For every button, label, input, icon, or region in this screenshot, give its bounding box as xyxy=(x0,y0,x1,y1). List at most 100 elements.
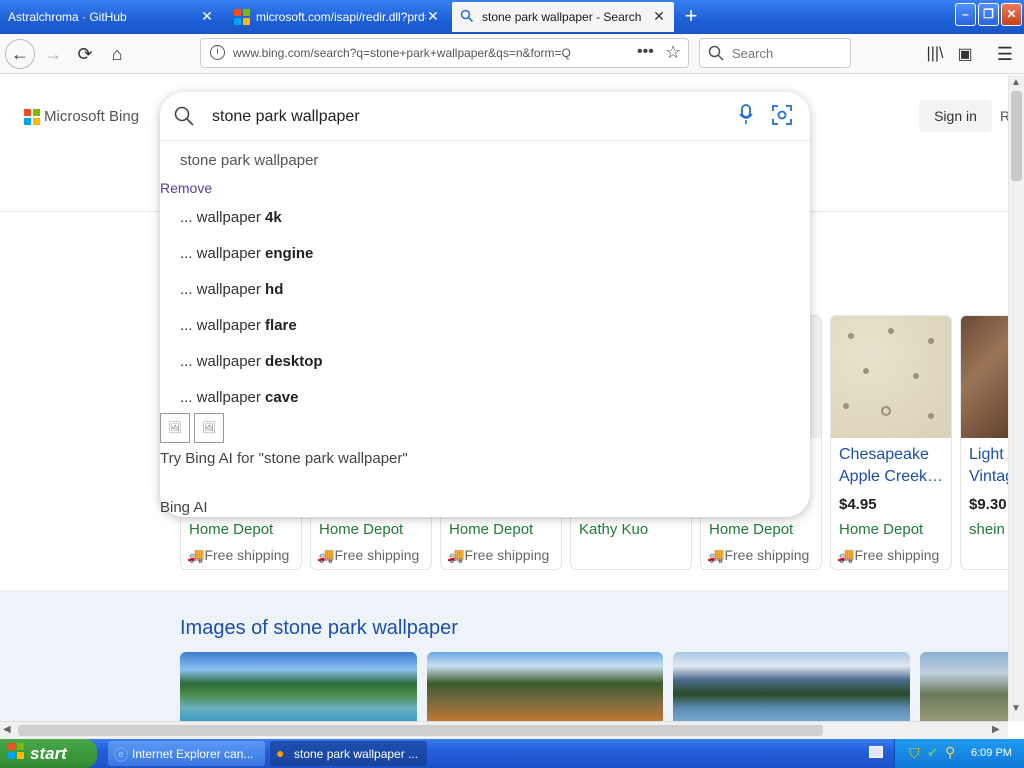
bookmark-star-icon[interactable]: ☆ xyxy=(665,42,681,63)
product-store[interactable]: Home Depot xyxy=(189,521,273,538)
clock[interactable]: 6:09 PM xyxy=(971,747,1012,759)
close-tab-icon[interactable]: ✕ xyxy=(652,9,666,23)
bing-logo-text: Microsoft Bing xyxy=(44,108,140,125)
wallpaper-pattern-image xyxy=(843,328,934,419)
maximize-button[interactable]: ❐ xyxy=(978,3,999,26)
suggestion-item[interactable]: ... wallpaper flare xyxy=(180,317,297,334)
back-button[interactable]: ← xyxy=(5,39,35,69)
product-title[interactable]: Light Vintag xyxy=(969,444,1008,488)
home-button[interactable]: ⌂ xyxy=(102,39,132,69)
remove-history-link[interactable]: Remove xyxy=(160,180,212,196)
sidebar-icon[interactable]: ▣ xyxy=(950,39,980,69)
tab-label: microsoft.com/isapi/redir.dll?prd= xyxy=(256,10,426,24)
info-icon[interactable]: i xyxy=(210,45,225,60)
broken-image-icon: 🖼 xyxy=(194,413,224,443)
scroll-thumb[interactable] xyxy=(1011,91,1022,181)
microphone-icon[interactable] xyxy=(738,104,754,131)
ie-icon: ⓔ xyxy=(114,747,128,763)
suggestion-item[interactable]: ... wallpaper hd xyxy=(180,281,283,298)
close-tab-icon[interactable]: ✕ xyxy=(200,9,214,23)
scroll-right-arrow[interactable]: ▶ xyxy=(992,724,1000,735)
page-actions-icon[interactable]: ••• xyxy=(637,43,654,61)
scroll-up-arrow[interactable]: ▲ xyxy=(1011,77,1021,88)
system-tray: ⛉ ✔ ⚲ 6:09 PM xyxy=(894,739,1024,768)
search-tray-icon[interactable]: ⚲ xyxy=(945,744,955,761)
bing-ai-label[interactable]: Bing AI xyxy=(160,499,208,516)
address-bar[interactable]: i www.bing.com/search?q=stone+park+wallp… xyxy=(200,38,689,68)
product-store[interactable]: Home Depot xyxy=(449,521,533,538)
start-button[interactable]: start xyxy=(0,739,97,768)
new-tab-button[interactable]: + xyxy=(676,1,706,31)
horizontal-scrollbar[interactable]: ◀ ▶ xyxy=(0,721,1008,739)
suggestion-item[interactable]: ... wallpaper desktop xyxy=(180,353,323,370)
scroll-left-arrow[interactable]: ◀ xyxy=(3,724,11,735)
image-result[interactable] xyxy=(920,652,1008,721)
image-result[interactable] xyxy=(673,652,910,721)
product-store[interactable]: shein xyxy=(969,521,1005,538)
search-icon xyxy=(708,45,724,66)
bing-logo[interactable]: Microsoft Bing xyxy=(24,108,139,125)
start-label: start xyxy=(30,743,67,763)
tab-github[interactable]: Astralchroma · GitHub ✕ xyxy=(0,2,222,32)
product-price: $4.95 xyxy=(839,496,877,513)
product-image[interactable] xyxy=(831,316,951,438)
browser-tab-bar: Astralchroma · GitHub ✕ microsoft.com/is… xyxy=(0,0,1024,34)
suggestion-item[interactable]: ... wallpaper 4k xyxy=(180,209,282,226)
search-icon xyxy=(174,106,194,131)
product-store[interactable]: Home Depot xyxy=(319,521,403,538)
image-result[interactable] xyxy=(180,652,417,721)
tab-bing-search[interactable]: stone park wallpaper - Search ✕ xyxy=(452,2,674,32)
network-icon[interactable]: ✔ xyxy=(927,745,938,761)
tab-label: Astralchroma · GitHub xyxy=(8,10,127,24)
url-text[interactable]: www.bing.com/search?q=stone+park+wallpap… xyxy=(233,46,603,60)
search-suggestions-panel: stone park wallpaper stone park wallpape… xyxy=(160,92,810,517)
scroll-down-arrow[interactable]: ▼ xyxy=(1011,703,1021,714)
product-card[interactable]: Light Vintag $9.30 shein xyxy=(960,315,1008,570)
sign-in-label: Sign in xyxy=(934,108,977,124)
menu-icon[interactable]: ☰ xyxy=(990,39,1020,69)
bing-results-page: Microsoft Bing Sign in R Home Depot 🚚Fre… xyxy=(0,75,1008,721)
suggestion-history-item[interactable]: stone park wallpaper xyxy=(180,152,318,169)
product-shipping: 🚚Free shipping xyxy=(837,547,940,563)
taskbar-item-label: stone park wallpaper ... xyxy=(294,746,419,761)
product-shipping: 🚚Free shipping xyxy=(187,547,290,563)
tab-microsoft-redir[interactable]: microsoft.com/isapi/redir.dll?prd= ✕ xyxy=(226,2,448,32)
product-shipping: 🚚Free shipping xyxy=(447,547,550,563)
broken-image-icon: 🖼 xyxy=(160,413,190,443)
windows-taskbar: start ⓔ Internet Explorer can... ● stone… xyxy=(0,739,1024,768)
image-result[interactable] xyxy=(427,652,663,721)
product-image[interactable] xyxy=(961,316,1008,438)
taskbar-item-ie[interactable]: ⓔ Internet Explorer can... xyxy=(108,741,265,766)
suggestion-item[interactable]: ... wallpaper cave xyxy=(180,389,298,406)
product-title[interactable]: Chesapeake Apple Creek… xyxy=(839,444,949,488)
try-bing-ai-link[interactable]: Try Bing AI for "stone park wallpaper" xyxy=(160,450,408,467)
sign-in-button[interactable]: Sign in xyxy=(919,100,992,132)
search-query-input[interactable]: stone park wallpaper xyxy=(212,108,360,126)
product-store[interactable]: Kathy Kuo xyxy=(579,521,648,538)
taskbar-item-label: Internet Explorer can... xyxy=(132,746,254,761)
security-shield-icon[interactable]: ⛉ xyxy=(909,745,920,762)
product-store[interactable]: Home Depot xyxy=(839,521,923,538)
forward-button[interactable]: → xyxy=(38,39,68,69)
suggestion-item[interactable]: ... wallpaper engine xyxy=(180,245,313,262)
product-card[interactable]: Chesapeake Apple Creek… $4.95 Home Depot… xyxy=(830,315,952,570)
vertical-scrollbar[interactable]: ▲ ▼ xyxy=(1008,75,1024,721)
scroll-thumb[interactable] xyxy=(18,725,823,736)
close-tab-icon[interactable]: ✕ xyxy=(426,9,440,23)
navigation-toolbar: ← → ⟳ ⌂ i www.bing.com/search?q=stone+pa… xyxy=(0,34,1024,74)
microsoft-logo-icon xyxy=(24,108,40,125)
close-window-button[interactable]: ✕ xyxy=(1001,3,1022,26)
reload-button[interactable]: ⟳ xyxy=(70,39,100,69)
library-icon[interactable]: |||\ xyxy=(920,39,950,69)
firefox-icon: ● xyxy=(276,745,285,761)
minimize-button[interactable]: – xyxy=(955,3,976,26)
search-divider xyxy=(160,140,810,141)
product-shipping: 🚚Free shipping xyxy=(317,547,420,563)
images-heading[interactable]: Images of stone park wallpaper xyxy=(180,617,458,640)
visual-search-icon[interactable] xyxy=(772,105,792,130)
browser-search-box[interactable]: Search xyxy=(699,38,851,68)
taskbar-item-firefox[interactable]: ● stone park wallpaper ... xyxy=(270,741,427,766)
product-store[interactable]: Home Depot xyxy=(709,521,793,538)
rewards-cut-label[interactable]: R xyxy=(1000,108,1008,124)
keyboard-icon[interactable] xyxy=(869,746,883,758)
